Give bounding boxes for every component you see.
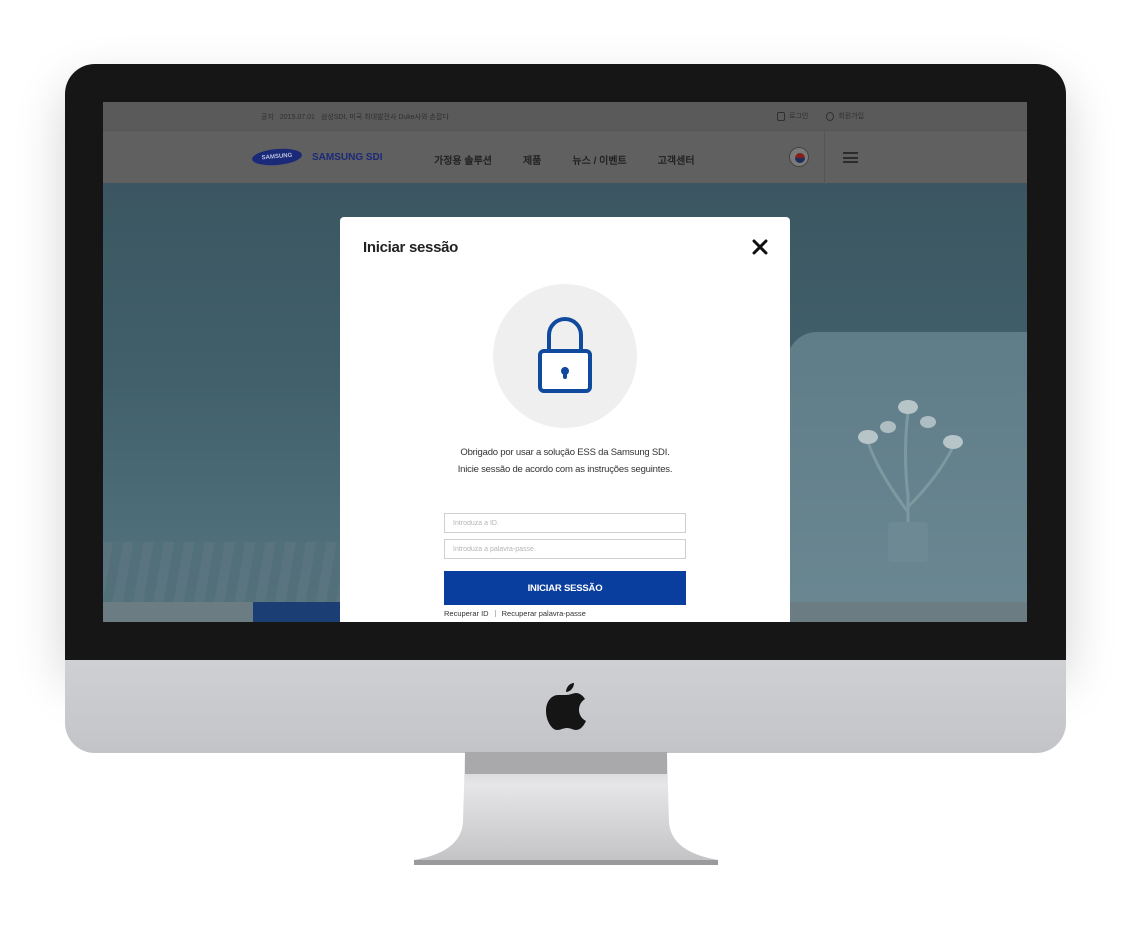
korea-flag-icon[interactable]: [789, 147, 809, 167]
apple-logo-icon: [546, 683, 586, 730]
signup-link[interactable]: 회원가입: [826, 111, 864, 121]
password-input[interactable]: [444, 539, 686, 559]
modal-title: Iniciar sessão: [363, 239, 459, 256]
recovery-links: Recuperar ID Recuperar palavra-passe: [444, 609, 586, 618]
intro-line-2: Inicie sessão de acordo com as instruçõe…: [457, 464, 673, 475]
notice-label: 공지: [261, 114, 274, 121]
main-navbar: SAMSUNG SAMSUNG SDI 가정용 솔루션 제품 뉴스 / 이벤트 …: [103, 130, 1027, 184]
menu-item-products[interactable]: 제품: [523, 152, 541, 167]
brand-name: SAMSUNG SDI: [312, 151, 383, 163]
nav-divider: [824, 131, 825, 184]
link-separator: [494, 610, 496, 617]
lock-illustration: [493, 284, 637, 428]
imac-mockup: 공지 2015.07.01 삼성SDI, 미국 최대발전사 Duke사와 손잡다…: [0, 0, 1131, 933]
notice[interactable]: 공지 2015.07.01 삼성SDI, 미국 최대발전사 Duke사와 손잡다: [261, 112, 449, 122]
login-link[interactable]: 로그인: [777, 111, 808, 121]
user-plus-icon: [826, 111, 835, 121]
close-icon[interactable]: [750, 237, 770, 257]
utility-links: 로그인 회원가입: [777, 111, 864, 121]
notice-text[interactable]: 삼성SDI, 미국 최대발전사 Duke사와 손잡다: [321, 112, 449, 122]
recover-password-link[interactable]: Recuperar palavra-passe: [502, 609, 586, 618]
intro-text: Obrigado por usar a solução ESS da Samsu…: [340, 444, 790, 478]
lock-icon: [538, 317, 592, 393]
hamburger-menu-icon[interactable]: [843, 152, 858, 163]
imac-stand: [414, 752, 718, 865]
menu-item-customer-center[interactable]: 고객센터: [658, 152, 695, 167]
recover-id-link[interactable]: Recuperar ID: [444, 609, 489, 618]
lock-small-icon: [777, 111, 785, 121]
hero-tab-active[interactable]: [253, 602, 343, 622]
plant-decoration-icon: [858, 400, 963, 562]
login-label: 로그인: [789, 113, 809, 120]
id-input[interactable]: [444, 513, 686, 533]
main-menu: 가정용 솔루션 제품 뉴스 / 이벤트 고객센터: [434, 152, 695, 167]
login-submit-button[interactable]: INICIAR SESSÃO: [444, 571, 686, 605]
brand-logo[interactable]: SAMSUNG SAMSUNG SDI: [251, 146, 383, 168]
samsung-logo-mark: SAMSUNG: [251, 146, 303, 168]
screen: 공지 2015.07.01 삼성SDI, 미국 최대발전사 Duke사와 손잡다…: [103, 102, 1027, 622]
menu-item-home-solution[interactable]: 가정용 솔루션: [434, 152, 492, 167]
intro-line-1: Obrigado por usar a solução ESS da Samsu…: [460, 447, 670, 458]
login-modal: Iniciar sessão Obrigado por usar a soluç…: [340, 217, 790, 622]
menu-item-news-events[interactable]: 뉴스 / 이벤트: [572, 152, 626, 167]
utility-bar: 공지 2015.07.01 삼성SDI, 미국 최대발전사 Duke사와 손잡다…: [103, 102, 1027, 130]
signup-label: 회원가입: [838, 113, 865, 120]
notice-date: 2015.07.01: [279, 113, 315, 121]
